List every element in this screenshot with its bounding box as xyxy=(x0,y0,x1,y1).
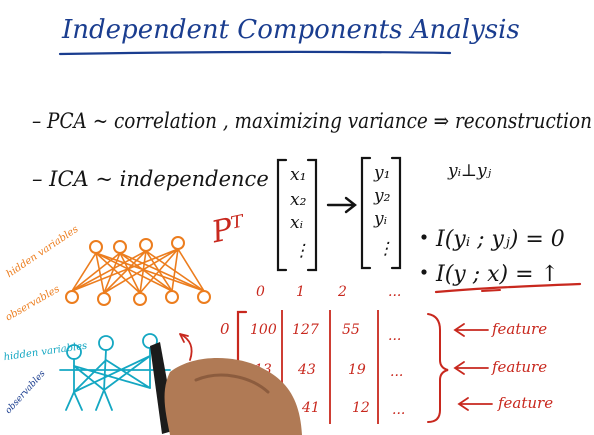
orange-hidden-node xyxy=(171,236,185,250)
orange-hidden-node xyxy=(139,238,153,252)
feature-label-3: feature xyxy=(497,394,553,412)
matrix-col-header-2: 2 xyxy=(337,284,347,300)
matrix-cell: ... xyxy=(388,328,401,344)
feature-arrow-2 xyxy=(453,361,489,375)
y-entry-i: yᵢ xyxy=(373,209,387,229)
title-underline xyxy=(58,50,452,56)
orange-observed-node xyxy=(97,292,111,306)
feature-arrow-1 xyxy=(453,323,489,337)
bullet-2-dot xyxy=(421,269,427,275)
orange-observed-node xyxy=(133,292,147,306)
matrix-cell: 43 xyxy=(297,362,316,378)
orange-hidden-node xyxy=(113,240,127,254)
matrix-cell: ... xyxy=(390,364,403,380)
y-bracket-left xyxy=(360,156,372,270)
pca-line: – PCA ~ correlation , maximizing varianc… xyxy=(32,109,592,133)
matrix-cell: 12 xyxy=(352,400,370,416)
orange-hidden-node xyxy=(89,240,103,254)
orange-edges xyxy=(71,248,205,294)
feature-label-1: feature xyxy=(491,320,547,338)
x-vector: x₁ x₂ xᵢ ⋮ xyxy=(276,158,318,272)
y-vector: y₁ y₂ yᵢ ⋮ xyxy=(360,156,402,270)
matrix-col-header-0: 0 xyxy=(256,284,265,300)
cyan-head xyxy=(98,335,114,351)
title-text: Independent Components Analysis xyxy=(61,15,520,45)
matrix-col-header-3: ... xyxy=(388,284,401,300)
cyan-label-observables: observables xyxy=(4,369,48,416)
map-arrow xyxy=(326,196,357,214)
bullet-1: I(yᵢ ; yⱼ) = 0 xyxy=(435,227,565,252)
orange-observed-node xyxy=(165,290,179,304)
orange-label-hidden: hidden variables xyxy=(5,224,81,280)
matrix-row-header-0: 0 xyxy=(220,320,230,338)
matrix-cell: 100 xyxy=(250,322,277,338)
matrix-cell: 55 xyxy=(342,322,360,338)
p-transpose: Pᵀ xyxy=(208,209,250,251)
orange-observed-nodes xyxy=(65,290,211,306)
x-entry-2: x₂ xyxy=(290,190,307,210)
bullet-1-dot xyxy=(421,234,427,240)
matrix-cell: 127 xyxy=(292,322,319,338)
orange-hidden-nodes xyxy=(89,236,185,254)
orange-observed-node xyxy=(65,290,79,304)
y-entry-2: y₂ xyxy=(373,186,391,206)
x-entry-dots: ⋮ xyxy=(293,241,310,261)
orange-network xyxy=(65,236,211,306)
matrix-brace-right xyxy=(427,313,449,423)
x-entry-i: xᵢ xyxy=(290,213,303,233)
whiteboard: Independent Components Analysis – PCA ~ … xyxy=(3,15,592,435)
feature-label-2: feature xyxy=(491,358,547,376)
bullet-2: I(y ; x) = ↑ xyxy=(435,262,559,287)
bullet-2-y-underline xyxy=(481,289,501,292)
feature-arrow-3 xyxy=(457,397,493,411)
independence-note: yᵢ⊥yⱼ xyxy=(447,161,492,181)
orange-label-observables: observables xyxy=(4,284,62,324)
y-entry-1: y₁ xyxy=(373,163,390,183)
feature-arrows: feature feature feature xyxy=(453,320,553,412)
matrix-cell: ... xyxy=(392,402,405,418)
ica-line: – ICA ~ independence xyxy=(32,167,269,191)
matrix-cell: 19 xyxy=(348,362,366,378)
x-bracket-left xyxy=(276,158,288,272)
matrix-col-header-1: 1 xyxy=(296,284,305,300)
matrix-cell: 41 xyxy=(301,400,320,416)
hand-with-marker xyxy=(150,342,302,435)
orange-observed-node xyxy=(197,290,211,304)
y-entry-dots: ⋮ xyxy=(377,239,394,259)
red-curve-arrow xyxy=(179,333,193,361)
x-entry-1: x₁ xyxy=(290,165,306,185)
